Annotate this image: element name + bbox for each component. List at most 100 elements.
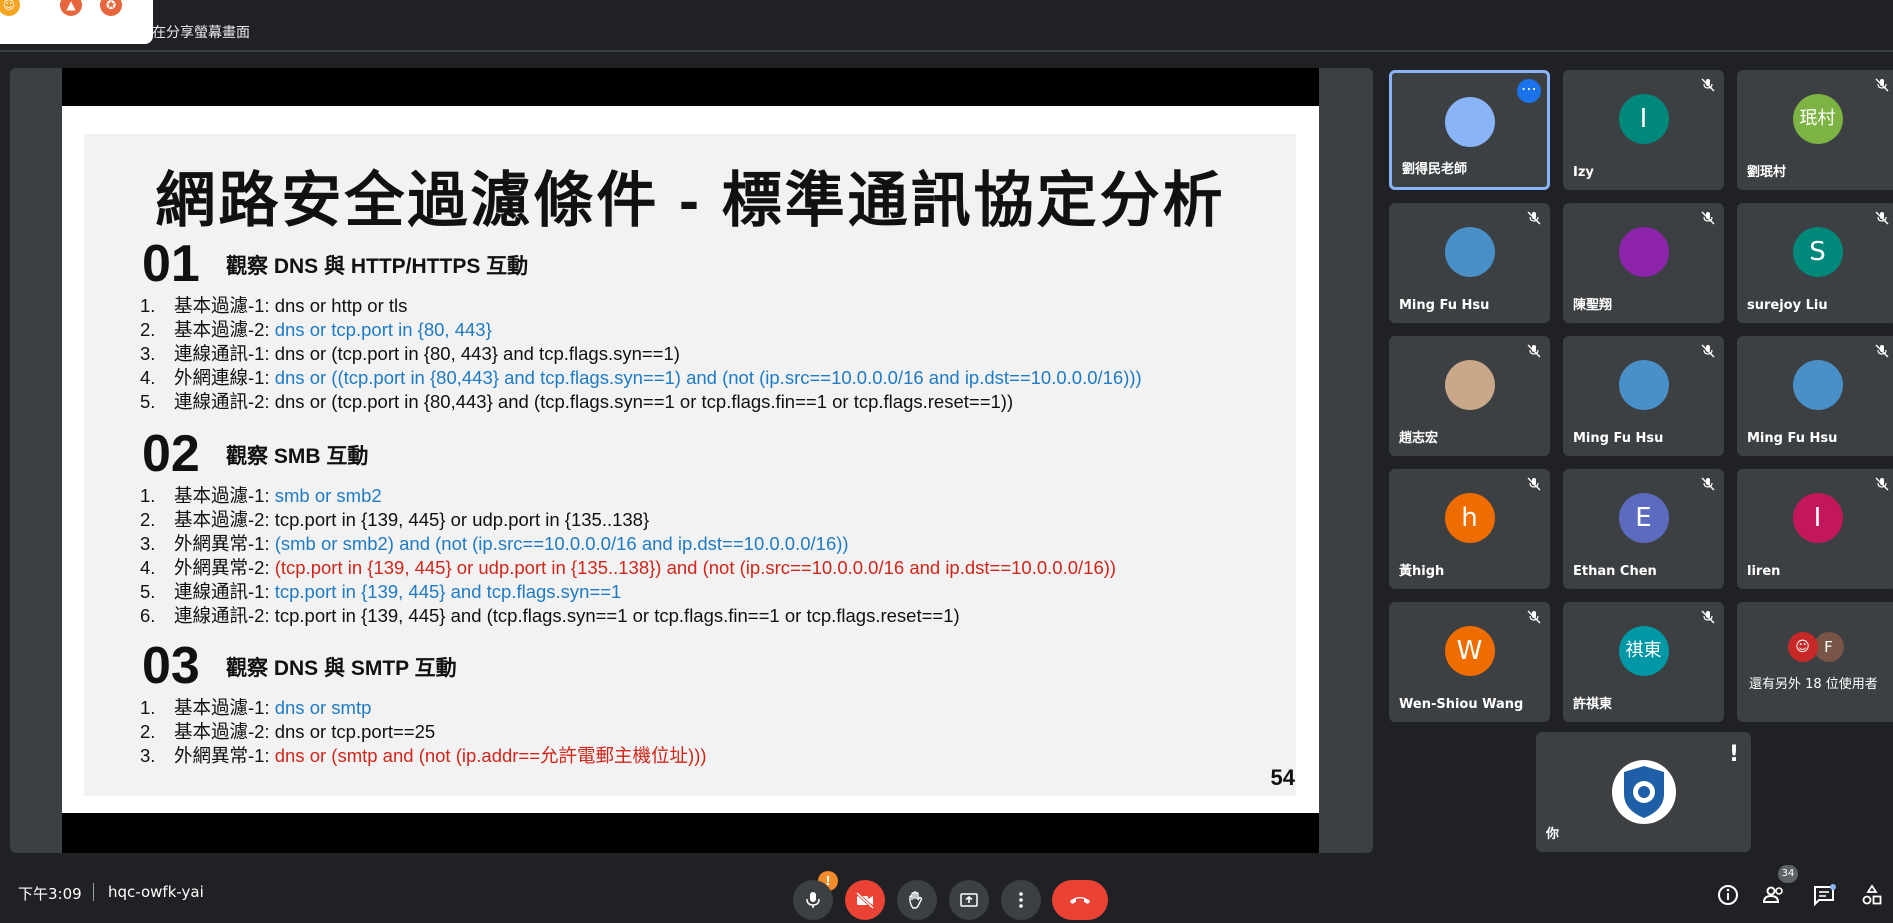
filter-list-item: 2. 基本過濾-2: dns or tcp.port==25 <box>140 720 435 744</box>
section-number: 02 <box>142 425 200 483</box>
filter-expression: smb or smb2 <box>274 485 382 506</box>
participant-name: 許祺東 <box>1573 697 1613 712</box>
school-logo-icon <box>1611 760 1676 824</box>
participant-tile[interactable]: I Izy <box>1563 70 1724 190</box>
more-options-button[interactable] <box>1001 880 1041 920</box>
other-participants-tile[interactable]: F ☺ 還有另外 18 位使用者 <box>1737 602 1893 722</box>
star-icon[interactable]: ✪ <box>100 0 122 16</box>
participant-tile[interactable]: 祺東許祺東 <box>1563 602 1724 722</box>
avatar: I <box>1618 94 1669 144</box>
top-bar: ☺ ▲ ✪ 在分享螢幕畫面 <box>0 0 1893 52</box>
more-options-icon[interactable]: ⋯ <box>1517 79 1541 103</box>
meeting-code: hqc-owfk-yai <box>108 883 204 901</box>
filter-expression: dns or (tcp.port in {80,443} and (tcp.fl… <box>274 391 1014 412</box>
meeting-info-icon[interactable] <box>1716 883 1740 907</box>
filter-label: 外網異常-1: <box>174 533 275 554</box>
filter-list-item: 3. 外網異常-1: (smb or smb2) and (not (ip.src… <box>140 532 849 556</box>
emoji-icon[interactable]: ☺ <box>0 0 20 16</box>
avatar <box>1444 97 1495 147</box>
participant-tile[interactable]: h 黃high <box>1389 469 1550 589</box>
triangle-icon[interactable]: ▲ <box>60 0 82 16</box>
self-tile[interactable]: ! 你 <box>1536 732 1751 852</box>
filter-expression: dns or ((tcp.port in {80,443} and tcp.fl… <box>274 367 1142 388</box>
participant-name: 你 <box>1546 827 1560 842</box>
avatar: F <box>1813 632 1844 662</box>
participant-name: Ming Fu Hsu <box>1399 298 1490 313</box>
mic-off-icon <box>1701 210 1715 225</box>
participant-tile[interactable]: Ming Fu Hsu <box>1563 336 1724 456</box>
filter-expression: (tcp.port in {139, 445} or udp.port in {… <box>274 557 1117 578</box>
participant-tile[interactable]: Ming Fu Hsu <box>1389 203 1550 323</box>
filter-expression: (smb or smb2) and (not (ip.src==10.0.0.0… <box>274 533 849 554</box>
list-item-number: 1. <box>140 697 156 718</box>
hang-up-icon <box>1070 897 1090 904</box>
participant-name: Ming Fu Hsu <box>1747 431 1838 446</box>
participant-name: 劉珉村 <box>1747 165 1787 180</box>
filter-label: 基本過濾-1: <box>174 485 275 506</box>
list-item-number: 5. <box>140 581 156 602</box>
avatar: I <box>1792 493 1843 543</box>
section-heading: 觀察 SMB 互動 <box>226 445 369 468</box>
people-count-badge: 34 <box>1778 865 1798 883</box>
avatar: 祺東 <box>1618 626 1669 676</box>
filter-label: 連線通訊-2: <box>174 391 275 412</box>
participant-name: Ethan Chen <box>1573 564 1657 579</box>
filter-expression: dns or http or tls <box>274 295 408 316</box>
participant-tile[interactable]: E Ethan Chen <box>1563 469 1724 589</box>
avatar: h <box>1444 493 1495 543</box>
list-item-number: 2. <box>140 319 156 340</box>
bottom-bar: 下午3:09 hqc-owfk-yai ! 34 <box>0 863 1893 923</box>
mic-off-icon <box>1701 343 1715 358</box>
slide-title: 網路安全過濾條件 - 標準通訊協定分析 <box>155 167 1226 234</box>
filter-expression: tcp.port in {139, 445} and tcp.flags.syn… <box>274 581 622 602</box>
meeting-time: 下午3:09 <box>18 885 82 903</box>
participant-tile[interactable]: Iliren <box>1737 469 1893 589</box>
mic-off-icon <box>1527 476 1541 491</box>
avatar <box>1444 227 1495 277</box>
filter-expression: dns or tcp.port in {80, 443} <box>274 319 492 340</box>
participant-tile[interactable]: Ming Fu Hsu <box>1737 336 1893 456</box>
avatar: ☺ <box>1787 632 1818 662</box>
filter-list-item: 4. 外網異常-2: (tcp.port in {139, 445} or udp… <box>140 556 1116 580</box>
filter-list-item: 1. 基本過濾-1: smb or smb2 <box>140 484 382 508</box>
filter-label: 基本過濾-2: <box>174 319 275 340</box>
list-item-number: 3. <box>140 343 156 364</box>
participant-name: 還有另外 18 位使用者 <box>1749 677 1878 692</box>
participant-tile[interactable]: ⋯ 劉得民老師 <box>1389 70 1550 190</box>
present-button[interactable] <box>949 880 989 920</box>
participant-tile[interactable]: W Wen-Shiou Wang <box>1389 602 1550 722</box>
participant-tile[interactable]: 趙志宏 <box>1389 336 1550 456</box>
participant-name: 陳聖翔 <box>1573 298 1613 313</box>
camera-button[interactable] <box>845 880 885 920</box>
participant-tile[interactable]: Ssurejoy Liu <box>1737 203 1893 323</box>
filter-expression: dns or smtp <box>274 697 372 718</box>
participant-tile[interactable]: 珉村 劉珉村 <box>1737 70 1893 190</box>
microphone-button[interactable] <box>793 880 833 920</box>
mic-off-icon <box>1875 77 1889 92</box>
chat-icon[interactable] <box>1812 883 1836 907</box>
participant-name: surejoy Liu <box>1747 298 1828 313</box>
mic-off-icon <box>1875 343 1889 358</box>
participant-name: Ming Fu Hsu <box>1573 431 1664 446</box>
top-divider <box>0 50 1893 52</box>
section-heading: 觀察 DNS 與 HTTP/HTTPS 互動 <box>226 255 529 278</box>
present-screen-icon <box>960 893 978 907</box>
divider <box>93 883 94 901</box>
people-icon[interactable] <box>1762 883 1786 907</box>
leave-call-button[interactable] <box>1052 880 1108 920</box>
list-item-number: 4. <box>140 367 156 388</box>
filter-list-item: 5. 連線通訊-1: tcp.port in {139, 445} and tcp… <box>140 580 621 604</box>
filter-list-item: 2. 基本過濾-2: dns or tcp.port in {80, 443} <box>140 318 492 342</box>
section-heading: 觀察 DNS 與 SMTP 互動 <box>226 657 457 680</box>
participant-name: Izy <box>1573 165 1594 180</box>
section-number: 01 <box>142 235 200 293</box>
avatar <box>1792 360 1843 410</box>
filter-list-item: 1. 基本過濾-1: dns or http or tls <box>140 294 407 318</box>
mic-off-icon <box>1527 609 1541 624</box>
participant-tile[interactable]: 陳聖翔 <box>1563 203 1724 323</box>
raise-hand-button[interactable] <box>897 880 937 920</box>
mic-off-icon <box>1875 476 1889 491</box>
filter-label: 基本過濾-1: <box>174 697 275 718</box>
alert-icon[interactable]: ! <box>1729 742 1739 767</box>
activities-icon[interactable] <box>1860 883 1884 907</box>
